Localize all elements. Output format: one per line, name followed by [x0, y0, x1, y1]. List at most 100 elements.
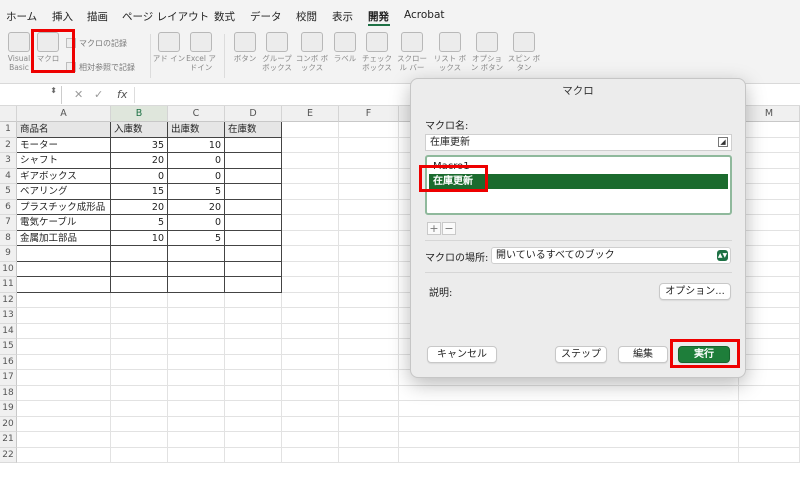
table-cell[interactable] — [111, 323, 168, 339]
table-cell[interactable]: ベアリング — [17, 184, 111, 200]
tab-page-layout[interactable]: ページ レイアウト — [122, 9, 209, 24]
control-list-box[interactable]: リスト ボックス — [433, 32, 467, 72]
table-cell[interactable] — [339, 230, 399, 246]
table-cell[interactable] — [111, 447, 168, 463]
tab-developer[interactable]: 開発 — [368, 9, 389, 24]
table-cell[interactable]: 電気ケーブル — [17, 215, 111, 231]
table-cell[interactable] — [339, 354, 399, 370]
table-cell[interactable] — [282, 401, 339, 417]
table-cell[interactable] — [339, 416, 399, 432]
table-cell[interactable] — [399, 401, 739, 417]
table-cell[interactable] — [282, 277, 339, 293]
table-cell[interactable] — [168, 323, 225, 339]
row-header[interactable]: 13 — [0, 308, 17, 324]
table-cell[interactable] — [225, 153, 282, 169]
options-button[interactable]: オプション... — [659, 283, 731, 300]
table-cell[interactable] — [225, 199, 282, 215]
row-header[interactable]: 2 — [0, 137, 17, 153]
table-cell[interactable] — [339, 370, 399, 386]
tab-formulas[interactable]: 数式 — [214, 9, 235, 24]
remove-macro-button[interactable]: − — [442, 222, 456, 235]
row-header[interactable]: 6 — [0, 199, 17, 215]
table-cell[interactable] — [739, 447, 800, 463]
table-cell[interactable] — [282, 122, 339, 138]
table-cell[interactable] — [739, 339, 800, 355]
table-cell[interactable] — [225, 230, 282, 246]
edit-button[interactable]: 編集 — [618, 346, 668, 363]
table-cell[interactable] — [739, 261, 800, 277]
column-header[interactable]: F — [339, 106, 399, 122]
control-option-button[interactable]: オプション ボタン — [470, 32, 504, 72]
add-macro-button[interactable]: + — [427, 222, 441, 235]
table-cell[interactable] — [282, 153, 339, 169]
table-cell[interactable] — [739, 354, 800, 370]
addins-button[interactable]: アド イン — [152, 32, 186, 63]
table-cell[interactable] — [739, 401, 800, 417]
table-cell[interactable] — [739, 246, 800, 262]
table-cell[interactable]: 5 — [111, 215, 168, 231]
table-cell[interactable] — [225, 370, 282, 386]
macro-name-input[interactable]: 在庫更新 ◢ — [425, 134, 732, 151]
tab-draw[interactable]: 描画 — [87, 9, 108, 24]
table-cell[interactable] — [168, 354, 225, 370]
table-cell[interactable] — [739, 323, 800, 339]
table-cell[interactable] — [339, 385, 399, 401]
table-cell[interactable]: 0 — [168, 215, 225, 231]
table-cell[interactable] — [339, 199, 399, 215]
table-cell[interactable] — [339, 153, 399, 169]
table-cell[interactable] — [282, 385, 339, 401]
table-cell[interactable] — [339, 292, 399, 308]
table-cell[interactable]: 5 — [168, 184, 225, 200]
table-cell[interactable] — [225, 277, 282, 293]
row-header[interactable]: 14 — [0, 323, 17, 339]
table-cell[interactable] — [168, 261, 225, 277]
table-cell[interactable] — [17, 370, 111, 386]
table-cell[interactable]: 0 — [168, 153, 225, 169]
tab-view[interactable]: 表示 — [332, 9, 353, 24]
table-cell[interactable]: 10 — [168, 137, 225, 153]
row-header[interactable]: 17 — [0, 370, 17, 386]
table-cell[interactable] — [339, 432, 399, 448]
table-cell[interactable] — [282, 323, 339, 339]
table-cell[interactable]: 20 — [111, 199, 168, 215]
table-cell[interactable] — [739, 292, 800, 308]
table-cell[interactable] — [739, 184, 800, 200]
table-cell[interactable]: 在庫数 — [225, 122, 282, 138]
table-cell[interactable] — [399, 432, 739, 448]
table-cell[interactable] — [168, 308, 225, 324]
excel-addins-button[interactable]: Excel アドイン — [184, 32, 218, 72]
table-cell[interactable] — [339, 246, 399, 262]
table-cell[interactable] — [225, 401, 282, 417]
row-header[interactable]: 8 — [0, 230, 17, 246]
table-cell[interactable] — [168, 432, 225, 448]
table-cell[interactable]: プラスチック成形品 — [17, 199, 111, 215]
table-cell[interactable] — [399, 447, 739, 463]
control-scroll-bar[interactable]: スクロール バー — [395, 32, 429, 72]
table-cell[interactable] — [111, 261, 168, 277]
table-cell[interactable] — [111, 354, 168, 370]
table-cell[interactable] — [282, 246, 339, 262]
row-header[interactable]: 3 — [0, 153, 17, 169]
table-cell[interactable]: モーター — [17, 137, 111, 153]
table-cell[interactable] — [225, 308, 282, 324]
table-cell[interactable] — [282, 416, 339, 432]
control-check-box[interactable]: チェック ボックス — [360, 32, 394, 72]
table-cell[interactable] — [225, 416, 282, 432]
table-cell[interactable]: 20 — [111, 153, 168, 169]
row-header[interactable]: 10 — [0, 261, 17, 277]
row-header[interactable]: 11 — [0, 277, 17, 293]
table-cell[interactable] — [17, 308, 111, 324]
row-header[interactable]: 9 — [0, 246, 17, 262]
table-cell[interactable] — [168, 385, 225, 401]
table-cell[interactable] — [225, 385, 282, 401]
table-cell[interactable] — [739, 385, 800, 401]
table-cell[interactable] — [17, 416, 111, 432]
table-cell[interactable] — [225, 168, 282, 184]
table-cell[interactable] — [168, 277, 225, 293]
row-header[interactable]: 12 — [0, 292, 17, 308]
table-cell[interactable] — [168, 370, 225, 386]
table-cell[interactable] — [17, 261, 111, 277]
table-cell[interactable]: 入庫数 — [111, 122, 168, 138]
table-cell[interactable] — [168, 401, 225, 417]
table-cell[interactable] — [17, 385, 111, 401]
